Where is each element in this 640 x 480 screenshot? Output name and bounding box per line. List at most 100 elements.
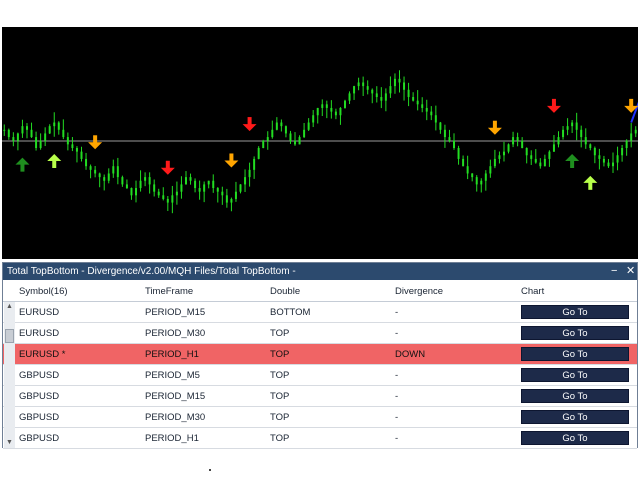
- candle-body: [343, 100, 346, 108]
- double-cell: TOP: [270, 348, 290, 360]
- candle-body: [53, 122, 56, 127]
- candle-body: [457, 148, 460, 159]
- go-to-button[interactable]: Go To: [521, 431, 629, 445]
- table-row[interactable]: EURUSD PERIOD_M30 TOP - Go To: [3, 323, 637, 344]
- scroll-thumb[interactable]: [5, 329, 14, 343]
- candle-body: [39, 140, 42, 148]
- candle-body: [407, 89, 410, 98]
- candle-body: [16, 133, 19, 141]
- candle-body: [153, 184, 156, 192]
- double-cell: TOP: [270, 327, 290, 339]
- candle-body: [125, 184, 128, 189]
- candle-body: [135, 188, 138, 196]
- candle-body: [103, 177, 106, 181]
- candle-body: [562, 129, 565, 138]
- candle-body: [502, 151, 505, 156]
- table-row[interactable]: EURUSD * PERIOD_H1 TOP DOWN Go To: [3, 344, 637, 365]
- candle-body: [207, 180, 210, 185]
- candle-body: [434, 115, 437, 123]
- candle-body: [621, 148, 624, 156]
- candle-body: [439, 122, 442, 130]
- candle-body: [171, 195, 174, 203]
- candle-body: [48, 126, 51, 134]
- candle-body: [271, 129, 274, 138]
- timeframe-cell: PERIOD_H1: [145, 348, 199, 360]
- candle-body: [289, 133, 292, 141]
- vertical-scrollbar[interactable]: ▲ ▼: [4, 302, 15, 448]
- panel-title-bar[interactable]: Total TopBottom - Divergence/v2.00/MQH F…: [3, 263, 637, 280]
- candle-body: [580, 129, 583, 138]
- scroll-down-icon[interactable]: ▼: [4, 438, 15, 448]
- go-to-button[interactable]: Go To: [521, 389, 629, 403]
- table-row[interactable]: GBPUSD PERIOD_M15 TOP - Go To: [3, 386, 637, 407]
- divergence-cell: -: [395, 390, 399, 402]
- candle-body: [98, 173, 101, 178]
- down-arrow-icon: [546, 98, 561, 113]
- candle-body: [421, 104, 424, 108]
- scroll-up-icon[interactable]: ▲: [4, 302, 15, 312]
- candle-body: [416, 100, 419, 105]
- table-row[interactable]: GBPUSD PERIOD_H1 TOP - Go To: [3, 428, 637, 449]
- column-header-double[interactable]: Double: [270, 281, 300, 301]
- candle-body: [512, 137, 515, 145]
- candle-body: [284, 126, 287, 134]
- up-arrow-icon: [47, 154, 62, 168]
- candle-body: [85, 158, 88, 167]
- candle-body: [575, 122, 578, 130]
- column-header-symbol[interactable]: Symbol(16): [19, 281, 68, 301]
- candle-body: [25, 126, 28, 130]
- candle-body: [89, 166, 92, 170]
- up-arrow-icon: [583, 175, 598, 190]
- candle-body: [162, 195, 165, 199]
- candle-body: [453, 140, 456, 148]
- candle-body: [303, 129, 306, 138]
- table-row[interactable]: EURUSD PERIOD_M15 BOTTOM - Go To: [3, 302, 637, 323]
- candle-body: [362, 82, 365, 87]
- panel-title: Total TopBottom - Divergence/v2.00/MQH F…: [7, 266, 296, 277]
- candle-body: [253, 158, 256, 170]
- candle-body: [94, 169, 97, 174]
- candle-body: [348, 93, 351, 101]
- close-icon[interactable]: ✕: [626, 263, 635, 279]
- candle-body: [339, 107, 342, 116]
- candle-body: [75, 148, 78, 152]
- candle-body: [602, 158, 605, 163]
- price-chart[interactable]: [2, 27, 638, 259]
- candle-body: [316, 107, 319, 116]
- candle-body: [366, 86, 369, 90]
- table-header: Symbol(16) TimeFrame Double Divergence C…: [3, 281, 637, 302]
- double-cell: TOP: [270, 432, 290, 444]
- column-header-divergence[interactable]: Divergence: [395, 281, 443, 301]
- candle-body: [380, 97, 383, 101]
- minimize-icon[interactable]: −: [611, 263, 617, 279]
- candle-body: [116, 166, 119, 178]
- go-to-button[interactable]: Go To: [521, 410, 629, 424]
- candle-body: [194, 180, 197, 189]
- divergence-cell: -: [395, 369, 399, 381]
- candle-body: [539, 162, 542, 167]
- candle-body: [21, 126, 24, 134]
- go-to-button[interactable]: Go To: [521, 305, 629, 319]
- column-header-timeframe[interactable]: TimeFrame: [145, 281, 193, 301]
- candle-body: [371, 89, 374, 94]
- candle-body: [239, 184, 242, 192]
- stray-dot: [209, 469, 211, 471]
- candle-body: [62, 129, 65, 138]
- table-row[interactable]: GBPUSD PERIOD_M30 TOP - Go To: [3, 407, 637, 428]
- candle-body: [180, 184, 183, 192]
- go-to-button[interactable]: Go To: [521, 326, 629, 340]
- symbol-cell: EURUSD *: [19, 348, 66, 360]
- candle-body: [330, 107, 333, 112]
- down-arrow-icon: [224, 153, 239, 168]
- table-row[interactable]: GBPUSD PERIOD_M5 TOP - Go To: [3, 365, 637, 386]
- symbol-cell: GBPUSD: [19, 390, 60, 402]
- candle-body: [462, 158, 465, 167]
- candle-body: [353, 86, 356, 94]
- candle-body: [384, 93, 387, 101]
- go-to-button[interactable]: Go To: [521, 368, 629, 382]
- candle-body: [12, 137, 15, 141]
- timeframe-cell: PERIOD_M30: [145, 411, 206, 423]
- candle-body: [375, 93, 378, 98]
- candle-body: [248, 169, 251, 178]
- go-to-button[interactable]: Go To: [521, 347, 629, 361]
